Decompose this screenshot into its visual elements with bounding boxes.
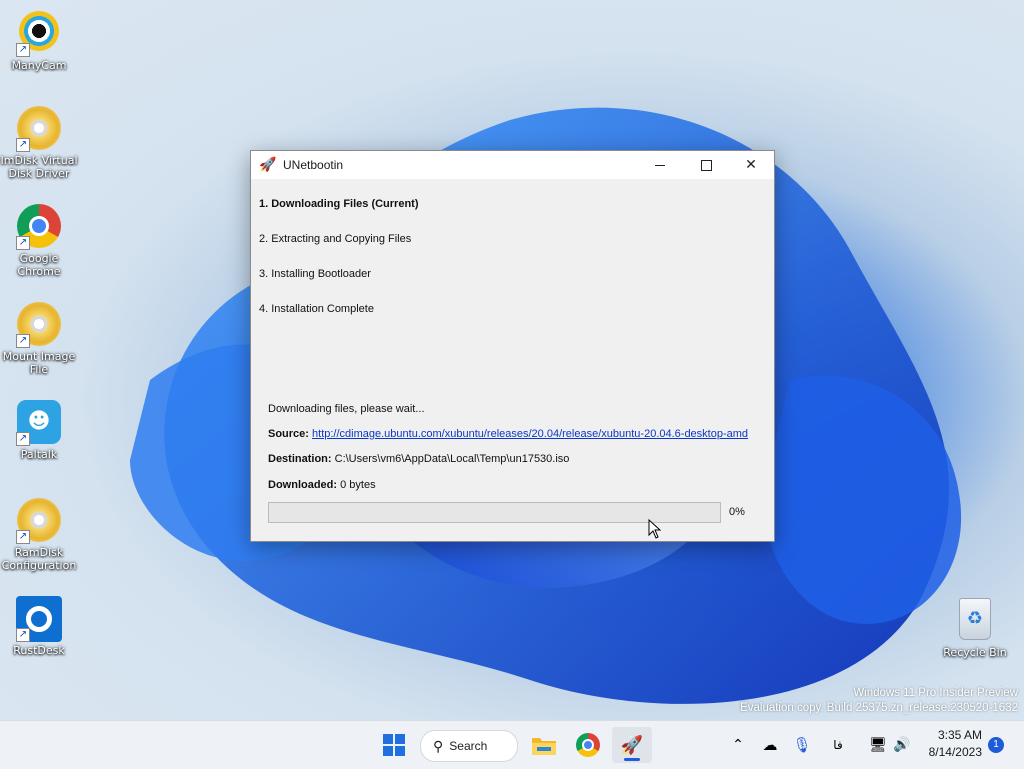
- close-icon: ✕: [745, 157, 757, 173]
- volume-icon: 🔊: [893, 737, 911, 753]
- desktop-icon-label: RamDisk Configuration: [1, 546, 77, 572]
- taskbar-file-explorer[interactable]: [526, 727, 562, 763]
- watermark-line1: Windows 11 Pro Insider Preview: [853, 687, 1018, 699]
- watermark-line2: Evaluation copy. Build 25375.zn_release.…: [740, 702, 1018, 714]
- language-label: فا: [833, 738, 843, 752]
- unetbootin-window: 🚀 UNetbootin ✕ 1. Downloading Files (Cur…: [250, 150, 775, 542]
- close-button[interactable]: ✕: [728, 151, 774, 179]
- desktop-icon-label: ManyCam: [11, 59, 67, 72]
- source-url-link[interactable]: http://cdimage.ubuntu.com/xubuntu/releas…: [312, 428, 748, 440]
- language-indicator[interactable]: فا: [826, 727, 850, 763]
- progress-percent-label: 0%: [729, 506, 745, 518]
- destination-label: Destination:: [268, 453, 332, 465]
- window-title: UNetbootin: [283, 158, 344, 172]
- chevron-up-icon: ⌃: [732, 737, 744, 753]
- downloaded-row: Downloaded: 0 bytes: [268, 479, 376, 491]
- minimize-icon: [655, 164, 665, 166]
- microphone-icon: 🎙: [792, 736, 812, 754]
- volume-button[interactable]: 🔊: [890, 727, 914, 763]
- chrome-icon: [576, 733, 600, 757]
- search-icon: ⚲: [433, 737, 444, 754]
- maximize-icon: [700, 159, 712, 171]
- onedrive-button[interactable]: ☁: [758, 727, 782, 763]
- window-titlebar[interactable]: 🚀 UNetbootin ✕: [251, 151, 774, 179]
- taskbar-search[interactable]: ⚲ Search: [420, 730, 518, 762]
- status-text: Downloading files, please wait...: [268, 403, 425, 415]
- unetbootin-icon: 🚀: [620, 734, 644, 756]
- recycle-bin-icon: ♻: [952, 598, 998, 644]
- desktop-icon-label: ImDisk Virtual Disk Driver: [0, 154, 78, 180]
- downloaded-label: Downloaded:: [268, 479, 338, 491]
- disc-icon: ↗: [16, 302, 62, 348]
- network-button[interactable]: 🖥: [866, 727, 890, 763]
- destination-row: Destination: C:\Users\vm6\AppData\Local\…: [268, 453, 569, 465]
- show-hidden-icons-button[interactable]: ⌃: [726, 727, 750, 763]
- step-complete: 4. Installation Complete: [259, 303, 374, 315]
- search-label: Search: [449, 739, 488, 753]
- taskbar: ⚲ Search 🚀 ⌃ ☁ 🎙 فا 🖥 🔊 3:35 AM 8/14/202…: [0, 720, 1024, 769]
- desktop-icon-mount-image[interactable]: ↗ Mount Image File: [0, 302, 78, 376]
- paltalk-icon: ☻ ↗: [16, 400, 62, 446]
- start-button[interactable]: [376, 727, 412, 763]
- desktop-icon-paltalk[interactable]: ☻ ↗ Paltalk: [0, 400, 78, 461]
- cloud-offline-icon: ☁: [762, 736, 778, 754]
- chrome-icon: ↗: [16, 204, 62, 250]
- disc-icon: ↗: [16, 498, 62, 544]
- file-explorer-icon: [532, 738, 556, 755]
- desktop-icon-label: Paltalk: [20, 448, 58, 461]
- downloaded-value: 0 bytes: [340, 479, 376, 491]
- notification-badge[interactable]: 1: [988, 737, 1004, 753]
- step-extracting: 2. Extracting and Copying Files: [259, 233, 412, 245]
- rustdesk-icon: ↗: [16, 596, 62, 642]
- manycam-icon: ↗: [16, 11, 62, 57]
- clock-date[interactable]: 8/14/2023: [918, 745, 982, 759]
- install-steps: 1. Downloading Files (Current) 2. Extrac…: [259, 197, 419, 337]
- rocket-icon: 🚀: [259, 157, 277, 173]
- desktop-icon-imdisk[interactable]: ↗ ImDisk Virtual Disk Driver: [0, 106, 78, 180]
- desktop-icon-label: RustDesk: [13, 644, 65, 657]
- source-row: Source: http://cdimage.ubuntu.com/xubunt…: [268, 428, 748, 440]
- active-indicator: [624, 758, 640, 761]
- source-label: Source:: [268, 428, 309, 440]
- network-icon: 🖥: [869, 737, 887, 753]
- clock-time[interactable]: 3:35 AM: [926, 728, 982, 742]
- desktop-icon-label: Mount Image File: [2, 350, 76, 376]
- minimize-button[interactable]: [637, 151, 683, 179]
- destination-value: C:\Users\vm6\AppData\Local\Temp\un17530.…: [334, 453, 570, 465]
- microphone-button[interactable]: 🎙: [790, 727, 814, 763]
- disc-icon: ↗: [16, 106, 62, 152]
- maximize-button[interactable]: [683, 151, 729, 179]
- windows-start-icon: [383, 734, 405, 756]
- taskbar-unetbootin[interactable]: 🚀: [612, 727, 652, 763]
- desktop-icon-recycle-bin[interactable]: ♻ Recycle Bin: [936, 596, 1014, 659]
- desktop-icon-manycam[interactable]: ↗ ManyCam: [0, 8, 78, 72]
- taskbar-chrome[interactable]: [570, 727, 606, 763]
- step-downloading: 1. Downloading Files (Current): [259, 198, 419, 210]
- desktop-icon-chrome[interactable]: ↗ Google Chrome: [0, 204, 78, 278]
- desktop-icon-ramdisk[interactable]: ↗ RamDisk Configuration: [0, 498, 78, 572]
- desktop-icon-rustdesk[interactable]: ↗ RustDesk: [0, 596, 78, 657]
- desktop-icon-label: Google Chrome: [17, 252, 61, 278]
- windows-watermark: Windows 11 Pro Insider Preview Evaluatio…: [740, 686, 1018, 716]
- mouse-cursor-icon: [648, 519, 662, 539]
- step-bootloader: 3. Installing Bootloader: [259, 268, 371, 280]
- desktop-icon-label: Recycle Bin: [943, 646, 1007, 659]
